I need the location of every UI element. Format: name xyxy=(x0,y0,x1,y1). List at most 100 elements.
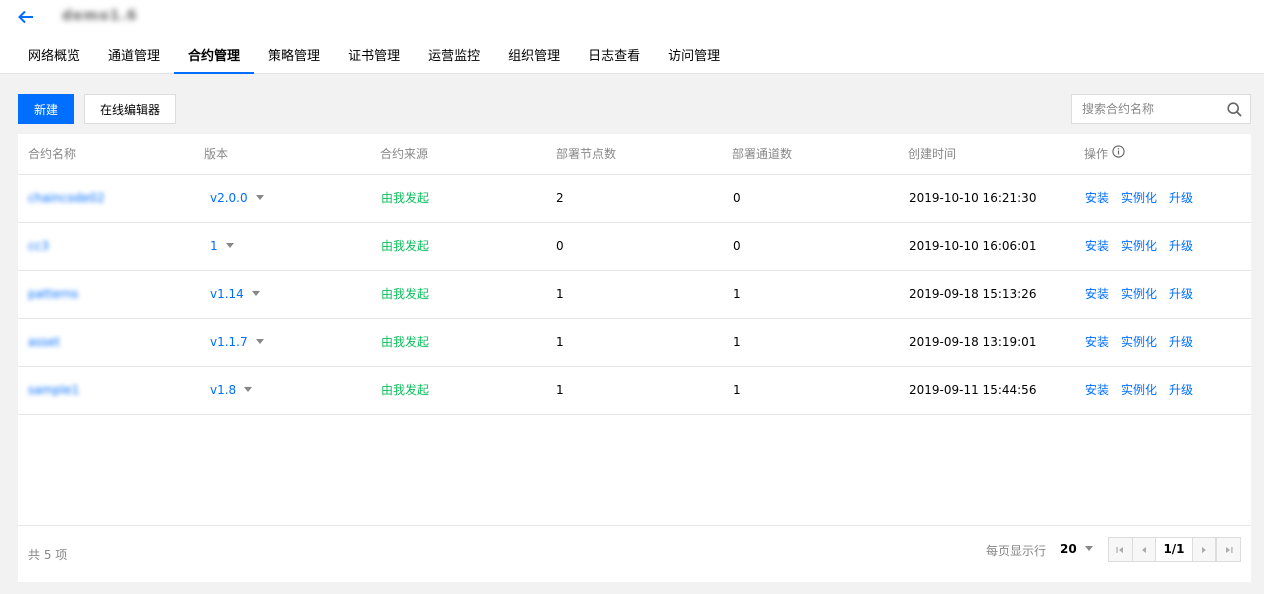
column-header-channels: 部署通道数 xyxy=(732,147,793,161)
first-page-button[interactable] xyxy=(1109,538,1133,561)
caret-down-icon xyxy=(244,387,253,392)
channel-count: 0 xyxy=(733,239,741,253)
last-page-button[interactable] xyxy=(1216,538,1240,561)
prev-page-button[interactable] xyxy=(1132,538,1157,561)
version-value: v1.1.7 xyxy=(210,335,248,349)
channel-count: 1 xyxy=(733,383,741,397)
next-page-button[interactable] xyxy=(1192,538,1217,561)
first-page-icon xyxy=(1116,546,1124,553)
table-header: 合约名称 版本 合约来源 部署节点数 部署通道数 创建时间 操作 xyxy=(18,134,1251,175)
version-value: v1.14 xyxy=(210,287,244,301)
instantiate-link[interactable]: 实例化 xyxy=(1121,383,1157,397)
tab-organization-management[interactable]: 组织管理 xyxy=(494,43,574,74)
install-link[interactable]: 安装 xyxy=(1085,191,1109,205)
column-header-actions: 操作 xyxy=(1084,134,1125,175)
prev-page-icon xyxy=(1141,546,1146,553)
tab-channel-management[interactable]: 通道管理 xyxy=(94,43,174,74)
source-status: 由我发起 xyxy=(381,239,430,253)
node-count: 1 xyxy=(556,383,564,397)
tab-access-management[interactable]: 访问管理 xyxy=(654,43,734,74)
created-time: 2019-09-18 15:13:26 xyxy=(909,287,1037,301)
channel-count: 1 xyxy=(733,335,741,349)
contract-name-link[interactable]: asset xyxy=(28,335,60,349)
source-status: 由我发起 xyxy=(381,191,430,205)
caret-down-icon xyxy=(225,243,234,248)
install-link[interactable]: 安装 xyxy=(1085,335,1109,349)
node-count: 1 xyxy=(556,335,564,349)
contract-name-link[interactable]: cc3 xyxy=(28,239,49,253)
top-bar: demo1.6 网络概览 通道管理 合约管理 策略管理 证书管理 运营监控 组织… xyxy=(0,0,1264,74)
instantiate-link[interactable]: 实例化 xyxy=(1121,287,1157,301)
info-icon[interactable] xyxy=(1112,134,1125,174)
page-title: demo1.6 xyxy=(62,8,138,24)
node-count: 1 xyxy=(556,287,564,301)
instantiate-link[interactable]: 实例化 xyxy=(1121,335,1157,349)
column-header-name: 合约名称 xyxy=(28,147,77,161)
table-row: sample1 v1.8 由我发起 1 1 2019-09-11 15:44:5… xyxy=(18,367,1251,415)
created-time: 2019-10-10 16:06:01 xyxy=(909,239,1037,253)
caret-down-icon xyxy=(255,339,264,344)
pagination-bar: 共 5 项 每页显示行 20 1/1 xyxy=(18,525,1251,582)
channel-count: 1 xyxy=(733,287,741,301)
column-header-version: 版本 xyxy=(204,147,229,161)
created-time: 2019-09-11 15:44:56 xyxy=(909,383,1037,397)
contract-name-link[interactable]: chaincode02 xyxy=(28,191,105,205)
instantiate-link[interactable]: 实例化 xyxy=(1121,239,1157,253)
column-header-source: 合约来源 xyxy=(380,147,429,161)
pager: 1/1 xyxy=(1108,537,1241,562)
tab-log-view[interactable]: 日志查看 xyxy=(574,43,654,74)
nav-tabs: 网络概览 通道管理 合约管理 策略管理 证书管理 运营监控 组织管理 日志查看 … xyxy=(14,43,734,74)
install-link[interactable]: 安装 xyxy=(1085,287,1109,301)
source-status: 由我发起 xyxy=(381,383,430,397)
tab-operations-monitoring[interactable]: 运营监控 xyxy=(414,43,494,74)
upgrade-link[interactable]: 升级 xyxy=(1169,335,1193,349)
created-time: 2019-10-10 16:21:30 xyxy=(909,191,1037,205)
version-dropdown[interactable]: v1.8 xyxy=(210,383,253,397)
last-page-icon xyxy=(1225,546,1233,553)
tab-network-overview[interactable]: 网络概览 xyxy=(14,43,94,74)
upgrade-link[interactable]: 升级 xyxy=(1169,239,1193,253)
version-dropdown[interactable]: v1.1.7 xyxy=(210,335,264,349)
per-page-value: 20 xyxy=(1060,542,1077,556)
upgrade-link[interactable]: 升级 xyxy=(1169,383,1193,397)
tab-contract-management[interactable]: 合约管理 xyxy=(174,43,255,74)
contract-table-panel: 合约名称 版本 合约来源 部署节点数 部署通道数 创建时间 操作 chainco… xyxy=(18,134,1251,582)
install-link[interactable]: 安装 xyxy=(1085,383,1109,397)
online-editor-button[interactable]: 在线编辑器 xyxy=(84,94,176,124)
new-button[interactable]: 新建 xyxy=(18,94,74,124)
source-status: 由我发起 xyxy=(381,287,430,301)
caret-down-icon xyxy=(255,195,264,200)
channel-count: 0 xyxy=(733,191,741,205)
table-row: patterns v1.14 由我发起 1 1 2019-09-18 15:13… xyxy=(18,271,1251,319)
version-dropdown[interactable]: v1.14 xyxy=(210,287,260,301)
search-icon[interactable] xyxy=(1227,102,1242,117)
table-row: asset v1.1.7 由我发起 1 1 2019-09-18 13:19:0… xyxy=(18,319,1251,367)
contract-name-link[interactable]: patterns xyxy=(28,287,78,301)
instantiate-link[interactable]: 实例化 xyxy=(1121,191,1157,205)
column-header-nodes: 部署节点数 xyxy=(556,147,617,161)
version-value: 1 xyxy=(210,239,218,253)
column-header-actions-label: 操作 xyxy=(1084,147,1109,161)
node-count: 0 xyxy=(556,239,564,253)
contract-name-link[interactable]: sample1 xyxy=(28,383,79,397)
column-header-created: 创建时间 xyxy=(908,147,957,161)
upgrade-link[interactable]: 升级 xyxy=(1169,287,1193,301)
upgrade-link[interactable]: 升级 xyxy=(1169,191,1193,205)
version-dropdown[interactable]: v2.0.0 xyxy=(210,191,264,205)
table-row: chaincode02 v2.0.0 由我发起 2 0 2019-10-10 1… xyxy=(18,175,1251,223)
created-time: 2019-09-18 13:19:01 xyxy=(909,335,1037,349)
current-page: 1/1 xyxy=(1156,538,1193,561)
node-count: 2 xyxy=(556,191,564,205)
table-row: cc3 1 由我发起 0 0 2019-10-10 16:06:01 安装 实例化… xyxy=(18,223,1251,271)
tab-certificate-management[interactable]: 证书管理 xyxy=(334,43,414,74)
per-page-select[interactable]: 20 xyxy=(1060,542,1093,556)
back-arrow-icon[interactable] xyxy=(16,7,36,27)
next-page-icon xyxy=(1202,546,1207,553)
version-value: v2.0.0 xyxy=(210,191,248,205)
tab-policy-management[interactable]: 策略管理 xyxy=(254,43,334,74)
search-input[interactable] xyxy=(1072,95,1220,123)
caret-down-icon xyxy=(251,291,260,296)
install-link[interactable]: 安装 xyxy=(1085,239,1109,253)
version-dropdown[interactable]: 1 xyxy=(210,239,234,253)
total-count: 共 5 项 xyxy=(28,548,68,562)
